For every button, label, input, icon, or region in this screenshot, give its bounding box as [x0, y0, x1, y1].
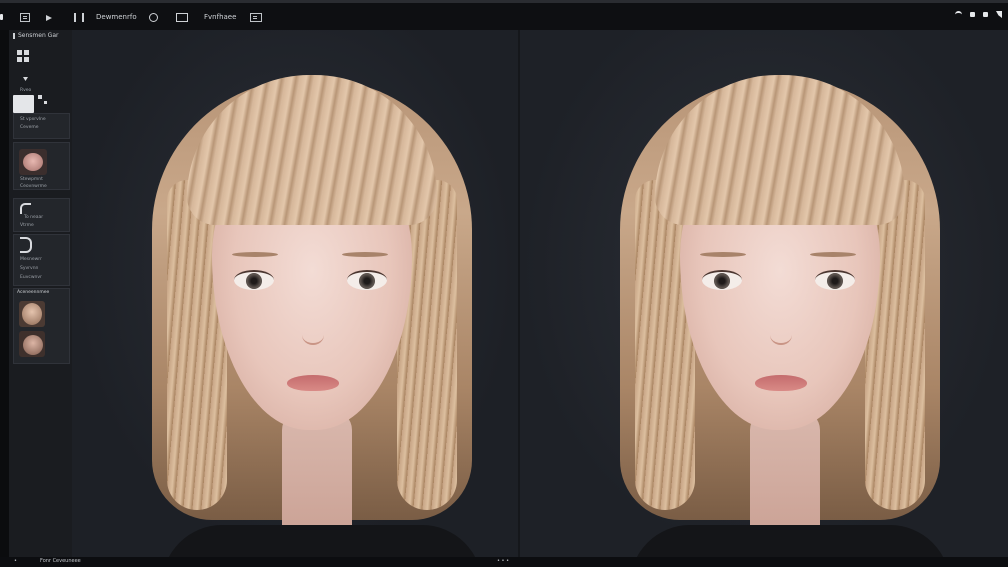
hair-thumbnail-2[interactable] [19, 331, 45, 357]
main-viewport[interactable] [72, 30, 1008, 557]
status-left-text: Fonr Ceveuneee [40, 558, 81, 564]
layer-4-extra: Euvcwnvr [20, 275, 42, 280]
status-bar: • Fonr Ceveuneee • • • [0, 557, 1008, 567]
layer-group-5[interactable]: Aceneennmee [13, 288, 70, 364]
portrait-render-right [610, 30, 950, 557]
layer-4-label: Mesnewrr [20, 257, 42, 262]
app-window: Dewmenrfo Fvnfhaee Sensmen Gar Rveo St v… [0, 0, 1008, 567]
brush-tool-button[interactable] [13, 95, 34, 113]
settings-icon [149, 12, 158, 22]
tool-grid-button[interactable] [17, 50, 31, 64]
file-menu[interactable]: Fvnfhaee [204, 10, 236, 24]
viewport-right-pane[interactable] [520, 30, 1008, 557]
viewport-left-pane[interactable] [72, 30, 518, 557]
panel-icon [250, 12, 262, 22]
top-toolbar: Dewmenrfo Fvnfhaee [0, 0, 1008, 30]
window-controls [955, 11, 1002, 18]
layer-group-2[interactable]: Stewpmnt Ceovnwrme [13, 142, 70, 190]
settings-button[interactable] [149, 10, 158, 24]
layer-group-4[interactable]: Mesnewrr Syvrvnn Euvcwnvr [13, 234, 70, 286]
file-menu-label: Fvnfhaee [204, 13, 237, 21]
hair-brush-icon [20, 203, 31, 214]
layer-1-sublabel: Ceveme [20, 125, 39, 130]
layers-icon [74, 12, 84, 22]
project-menu[interactable]: Dewmenrfo [96, 10, 137, 24]
grid-view-button[interactable] [20, 10, 30, 24]
layer-3-sublabel: Vtrme [20, 223, 34, 228]
layer-2-sublabel: Ceovnwrme [20, 184, 47, 189]
panel-toggle-button[interactable] [250, 10, 262, 24]
minimize-button[interactable] [970, 12, 975, 17]
layer-thumbnail [19, 149, 47, 175]
eyedropper-icon[interactable] [38, 95, 48, 107]
panel-pin-icon[interactable] [13, 32, 15, 39]
curl-icon [20, 237, 32, 253]
layers-button[interactable] [74, 10, 84, 24]
panel-edge [0, 30, 9, 557]
status-center-text: • • • [497, 558, 510, 564]
panel-title-text: Sensmen Gar [18, 32, 59, 39]
status-left-icon[interactable]: • [14, 558, 17, 564]
frame-button[interactable] [176, 10, 188, 24]
layer-group-1[interactable]: St vpxrvlne Ceveme [13, 113, 70, 139]
panel-title: Sensmen Gar [13, 32, 58, 39]
close-button[interactable] [996, 11, 1002, 18]
frame-icon [176, 12, 188, 22]
layer-2-label: Stewpmnt [20, 177, 43, 182]
hair-thumbnail-1[interactable] [19, 301, 45, 327]
tool-label: Rveo [20, 88, 32, 93]
menu-icon[interactable] [0, 10, 3, 24]
grid-icon [20, 12, 30, 22]
layer-4-sublabel: Syvrvnn [20, 266, 39, 271]
speaker-icon [46, 13, 56, 22]
layer-1-label: St vpxrvlne [20, 117, 46, 122]
layer-5-title: Aceneennmee [17, 290, 50, 295]
layer-group-3[interactable]: To neaar Vtrme [13, 198, 70, 232]
project-menu-label: Dewmenrfo [96, 13, 137, 21]
maximize-button[interactable] [983, 12, 988, 17]
layer-3-label: To neaar [24, 215, 44, 220]
portrait-render-left [142, 30, 482, 557]
audio-button[interactable] [46, 10, 56, 24]
wifi-icon[interactable] [955, 11, 962, 18]
